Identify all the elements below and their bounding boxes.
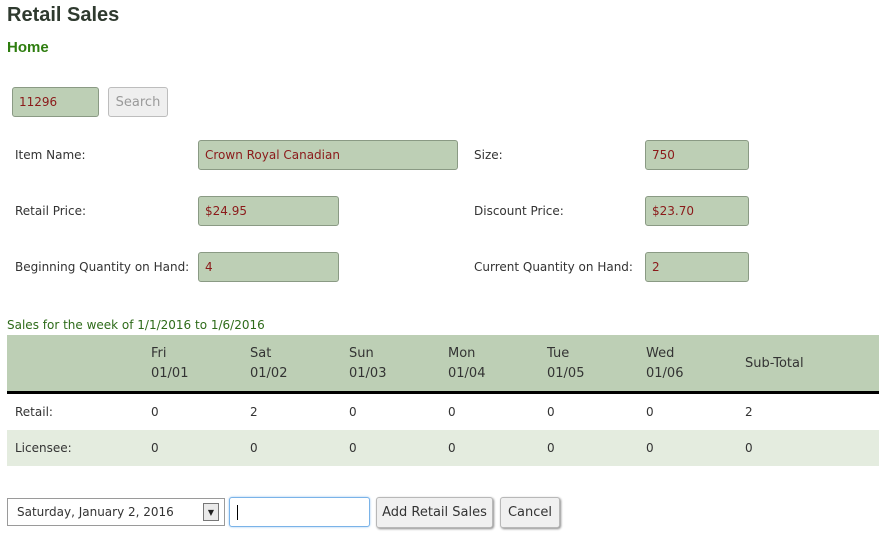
home-link[interactable]: Home — [7, 39, 49, 56]
date-select[interactable]: Saturday, January 2, 2016 ▼ — [7, 498, 225, 526]
cancel-button[interactable]: Cancel — [500, 497, 560, 528]
sales-table: Fri 01/01 Sat 01/02 Sun 01/03 Mon 01/04 Tue 0… — [7, 335, 879, 466]
column-header-subtotal: Sub-Total — [745, 356, 804, 371]
retail-price-field[interactable]: $24.95 — [198, 196, 339, 226]
table-cell: 0 — [250, 441, 258, 455]
column-header-tue: Tue 01/05 — [547, 346, 585, 381]
table-cell: 0 — [448, 405, 456, 419]
item-search-input[interactable]: 11296 — [12, 87, 99, 117]
table-row-retail: Retail: 0 2 0 0 0 0 2 — [7, 394, 879, 430]
sales-week-caption: Sales for the week of 1/1/2016 to 1/6/20… — [7, 318, 265, 332]
row-label: Retail: — [15, 405, 53, 419]
page-title: Retail Sales — [7, 4, 120, 26]
search-button[interactable]: Search — [108, 87, 168, 117]
column-header-mon: Mon 01/04 — [448, 346, 486, 381]
date-select-value: Saturday, January 2, 2016 — [17, 505, 174, 519]
table-row-licensee: Licensee: 0 0 0 0 0 0 0 — [7, 430, 879, 466]
discount-price-field[interactable]: $23.70 — [645, 196, 749, 226]
table-cell: 0 — [646, 405, 654, 419]
text-caret — [237, 505, 238, 520]
current-qty-field[interactable]: 2 — [645, 252, 749, 282]
table-cell: 2 — [250, 405, 258, 419]
column-header-fri: Fri 01/01 — [151, 346, 189, 381]
table-cell: 0 — [151, 441, 159, 455]
table-cell: 0 — [349, 441, 357, 455]
size-label: Size: — [474, 148, 503, 162]
sales-table-header: Fri 01/01 Sat 01/02 Sun 01/03 Mon 01/04 Tue 0… — [7, 335, 879, 394]
discount-price-label: Discount Price: — [474, 204, 564, 218]
quantity-input[interactable] — [229, 497, 370, 527]
add-retail-sales-button[interactable]: Add Retail Sales — [376, 497, 493, 528]
beginning-qty-label: Beginning Quantity on Hand: — [15, 260, 190, 274]
item-name-field[interactable]: Crown Royal Canadian — [198, 140, 458, 170]
subtotal-cell: 0 — [745, 441, 753, 455]
column-header-sun: Sun 01/03 — [349, 346, 387, 381]
column-header-sat: Sat 01/02 — [250, 346, 288, 381]
current-qty-label: Current Quantity on Hand: — [474, 260, 633, 274]
chevron-down-icon[interactable]: ▼ — [203, 503, 219, 521]
table-cell: 0 — [547, 405, 555, 419]
retail-price-label: Retail Price: — [15, 204, 87, 218]
size-field[interactable]: 750 — [645, 140, 749, 170]
item-name-label: Item Name: — [15, 148, 86, 162]
table-cell: 0 — [349, 405, 357, 419]
column-header-wed: Wed 01/06 — [646, 346, 684, 381]
row-label: Licensee: — [15, 441, 72, 455]
subtotal-cell: 2 — [745, 405, 753, 419]
table-cell: 0 — [448, 441, 456, 455]
table-cell: 0 — [646, 441, 654, 455]
table-cell: 0 — [151, 405, 159, 419]
beginning-qty-field[interactable]: 4 — [198, 252, 339, 282]
table-cell: 0 — [547, 441, 555, 455]
